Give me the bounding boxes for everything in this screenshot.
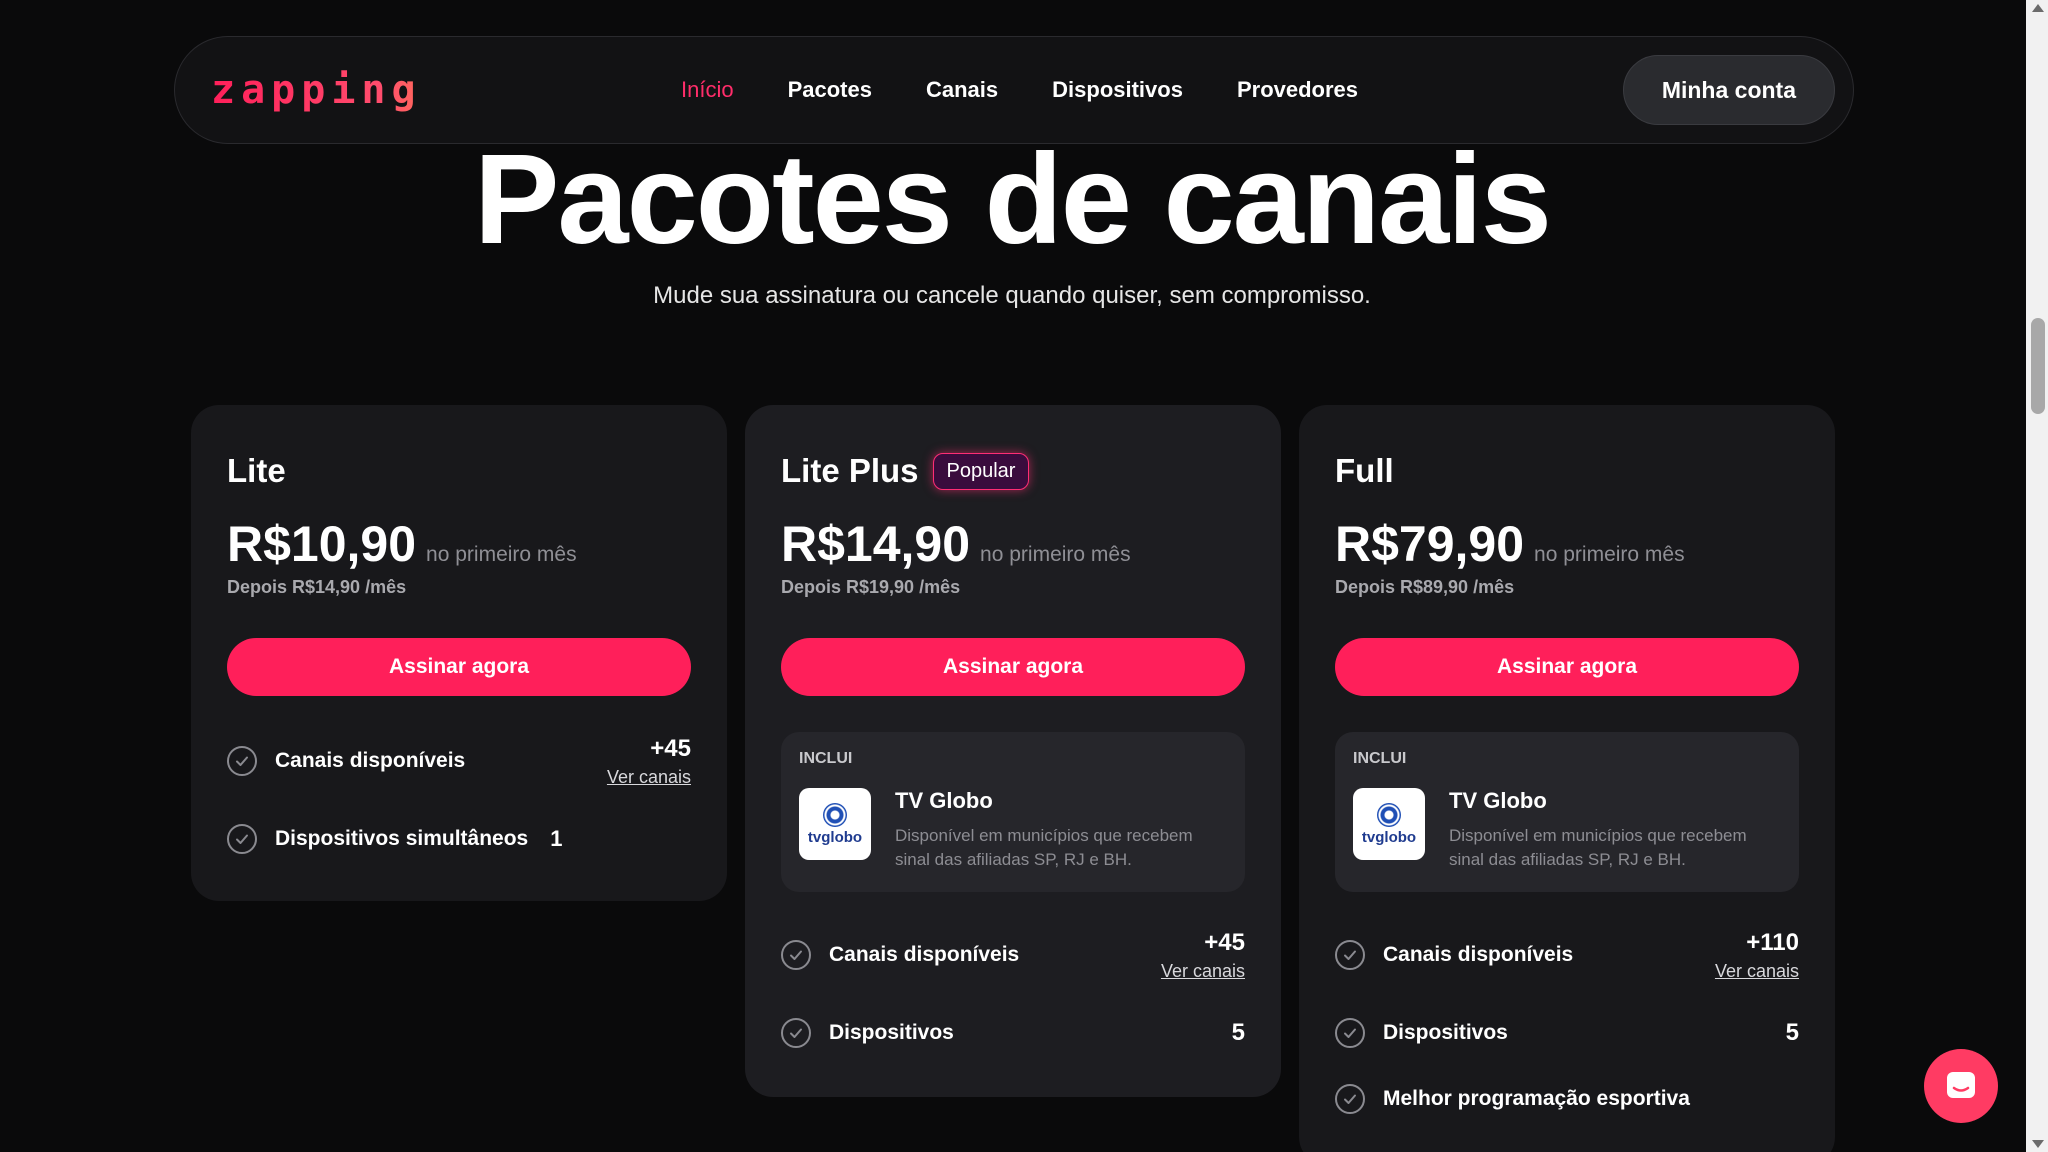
check-circle-icon (227, 746, 257, 776)
includes-item: tvglobo TV Globo Disponível em município… (799, 788, 1227, 872)
tv-globo-logo: tvglobo (1353, 788, 1425, 860)
plan-header: Lite Plus Popular (781, 449, 1245, 493)
price-row: R$79,90 no primeiro mês (1335, 515, 1799, 575)
view-channels-link[interactable]: Ver canais (607, 767, 691, 788)
includes-label: INCLUI (799, 750, 853, 767)
check-circle-icon (227, 824, 257, 854)
device-count: 5 (1785, 1019, 1799, 1046)
feature-value-group: 5 (1786, 1019, 1799, 1047)
device-count: 5 (1231, 1019, 1245, 1046)
tv-globo-logo: tvglobo (799, 788, 871, 860)
nav-item-inicio[interactable]: Início (681, 77, 734, 103)
plan-header: Full (1335, 449, 1799, 493)
includes-text: TV Globo Disponível em municípios que re… (1449, 788, 1769, 872)
includes-box: INCLUI tvglobo TV Globo Disponível em mu… (781, 732, 1245, 892)
page-subtitle: Mude sua assinatura ou cancele quando qu… (653, 282, 1371, 309)
chat-bubble-icon (1947, 1072, 1975, 1098)
zapping-logo[interactable]: zapping (211, 67, 591, 113)
feature-devices: Dispositivos 5 (1335, 1018, 1799, 1048)
subscribe-button-full[interactable]: Assinar agora (1335, 638, 1799, 696)
check-circle-icon (1335, 1018, 1365, 1048)
scroll-up-arrow-icon[interactable] (2032, 4, 2044, 12)
feature-devices: Dispositivos simultâneos 1 (227, 824, 691, 854)
feature-label: Canais disponíveis (829, 943, 1020, 966)
nav-item-provedores[interactable]: Provedores (1237, 77, 1358, 103)
feature-value-group: 5 (1232, 1019, 1245, 1047)
feature-label: Dispositivos (829, 1021, 954, 1044)
tv-globo-logo-text: tvglobo (1361, 828, 1417, 846)
subscribe-button-lite-plus[interactable]: Assinar agora (781, 638, 1245, 696)
tv-globo-logo-text: tvglobo (807, 828, 863, 846)
feature-devices: Dispositivos 5 (781, 1018, 1245, 1048)
my-account-button[interactable]: Minha conta (1622, 55, 1835, 125)
check-circle-icon (781, 940, 811, 970)
main-nav: Início Pacotes Canais Dispositivos Prove… (681, 77, 1623, 103)
view-channels-link[interactable]: Ver canais (1161, 961, 1245, 982)
price-row: R$10,90 no primeiro mês (227, 515, 691, 575)
view-channels-link[interactable]: Ver canais (1715, 961, 1799, 982)
price-after: Depois R$14,90 /mês (227, 577, 407, 597)
feature-sports: Melhor programação esportiva (1335, 1084, 1799, 1114)
includes-description: Disponível em municípios que recebem sin… (895, 826, 1193, 869)
plan-name: Full (1335, 452, 1394, 489)
plan-price: R$14,90 (781, 516, 971, 572)
plan-name: Lite (227, 452, 286, 489)
includes-title: TV Globo (895, 788, 993, 813)
channel-count: +110 (1746, 928, 1799, 956)
feature-label: Canais disponíveis (1383, 943, 1574, 966)
popular-badge: Popular (932, 452, 1030, 490)
chat-bubble-button[interactable] (1924, 1049, 1998, 1123)
feature-label: Dispositivos (1383, 1021, 1508, 1044)
nav-item-dispositivos[interactable]: Dispositivos (1052, 77, 1183, 103)
feature-label: Canais disponíveis (275, 749, 466, 772)
includes-label: INCLUI (1353, 750, 1407, 767)
plan-price: R$10,90 (227, 516, 417, 572)
feature-label: Dispositivos simultâneos (275, 827, 529, 850)
includes-title: TV Globo (1449, 788, 1547, 813)
check-circle-icon (1335, 940, 1365, 970)
price-note: no primeiro mês (1534, 543, 1685, 566)
check-circle-icon (781, 1018, 811, 1048)
plan-card-lite-plus: Lite Plus Popular R$14,90 no primeiro mê… (745, 405, 1281, 1097)
plan-card-full: Full R$79,90 no primeiro mês Depois R$89… (1299, 405, 1835, 1152)
globo-orb-icon (823, 802, 847, 827)
check-circle-icon (1335, 1084, 1365, 1114)
feature-channels: Canais disponíveis +45 Ver canais (227, 735, 691, 787)
includes-text: TV Globo Disponível em municípios que re… (895, 788, 1215, 872)
plan-price: R$79,90 (1335, 516, 1525, 572)
price-note: no primeiro mês (980, 543, 1131, 566)
channel-count: +45 (650, 734, 691, 762)
device-count: 1 (550, 826, 563, 851)
includes-box: INCLUI tvglobo TV Globo Disponível em mu… (1335, 732, 1799, 892)
nav-item-pacotes[interactable]: Pacotes (788, 77, 872, 103)
feature-count-group: +45 Ver canais (1161, 929, 1245, 982)
feature-count-group: +45 Ver canais (607, 735, 691, 788)
subscribe-button-lite[interactable]: Assinar agora (227, 638, 691, 696)
scroll-down-arrow-icon[interactable] (2032, 1140, 2044, 1148)
vertical-scrollbar[interactable] (2026, 0, 2048, 1152)
plan-header: Lite (227, 449, 691, 493)
price-after: Depois R$89,90 /mês (1335, 577, 1515, 597)
price-row: R$14,90 no primeiro mês (781, 515, 1245, 575)
channel-count: +45 (1204, 928, 1245, 956)
feature-count-group: +110 Ver canais (1715, 929, 1799, 982)
feature-label: Melhor programação esportiva (1383, 1087, 1690, 1110)
nav-item-canais[interactable]: Canais (926, 77, 998, 103)
plan-card-lite: Lite R$10,90 no primeiro mês Depois R$14… (191, 405, 727, 901)
feature-channels: Canais disponíveis +45 Ver canais (781, 929, 1245, 981)
price-after: Depois R$19,90 /mês (781, 577, 961, 597)
plan-name: Lite Plus (781, 452, 919, 489)
globo-orb-icon (1377, 802, 1401, 827)
includes-item: tvglobo TV Globo Disponível em município… (1353, 788, 1781, 872)
price-note: no primeiro mês (426, 543, 577, 566)
page: zapping Início Pacotes Canais Dispositiv… (0, 0, 2048, 1152)
feature-channels: Canais disponíveis +110 Ver canais (1335, 929, 1799, 981)
page-title: Pacotes de canais (474, 128, 1552, 271)
scrollbar-thumb[interactable] (2031, 318, 2045, 414)
includes-description: Disponível em municípios que recebem sin… (1449, 826, 1747, 869)
